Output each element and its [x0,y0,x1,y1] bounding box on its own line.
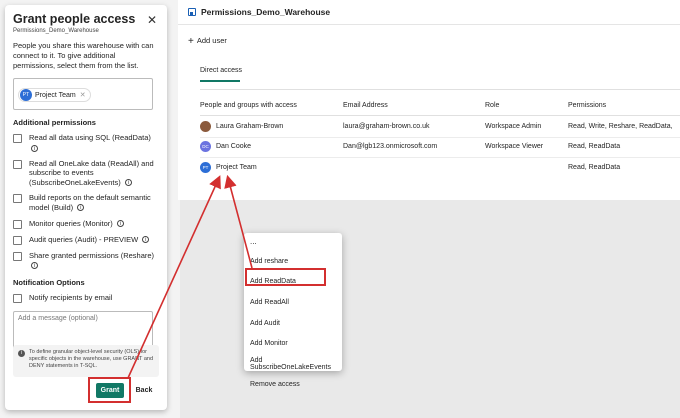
table-row-permissions[interactable]: Read, ReadData [568,164,620,171]
perm-label: Audit queries (Audit) - PREVIEW [29,234,139,244]
note-text: To define granular object-level security… [29,349,154,369]
checkbox[interactable] [13,159,22,169]
perm-audit[interactable]: Audit queries (Audit) - PREVIEW i [13,235,159,245]
checkbox[interactable] [13,219,22,229]
info-icon[interactable]: i [142,236,150,244]
table-row-email: laura@graham-brown.co.uk [343,123,430,130]
permissions-page: Permissions_Demo_Warehouse + Add user Dir… [178,0,680,200]
notify-option[interactable]: Notify recipients by email [13,293,159,303]
tab-direct-access[interactable]: Direct access [200,67,242,74]
perm-label: Monitor queries (Monitor) [29,218,113,228]
plus-icon: + [188,36,194,47]
perm-label: Read all OneLake data (ReadAll) and subs… [29,158,154,187]
table-row-name: Laura Graham-Brown [216,123,284,130]
grant-highlight-box [88,377,131,403]
tab-underline [200,80,240,82]
table-row-name: Dan Cooke [216,143,252,150]
info-icon[interactable]: i [31,261,38,269]
table-row-role: Workspace Admin [485,123,542,130]
more-options-icon[interactable]: ... [244,237,342,251]
readdata-highlight-box [245,268,326,286]
perm-build[interactable]: Build reports on the default semantic mo… [13,193,159,212]
table-row-email: Dan@lgb123.onmicrosoft.com [343,143,438,150]
column-header-role[interactable]: Role [485,102,499,109]
table-row-permissions: Read, ReadData [568,143,621,150]
warehouse-icon [188,8,196,16]
checkbox[interactable] [13,134,22,144]
add-user-button[interactable]: + Add user [188,36,227,47]
notification-heading: Notification Options [13,277,85,287]
add-user-label: Add user [196,36,227,45]
dialog-description: People you share this warehouse with can… [13,41,154,70]
dialog-subtitle: Permissions_Demo_Warehouse [13,28,99,34]
perm-readdata[interactable]: Read all data using SQL (ReadData) i [13,133,159,152]
page-header: Permissions_Demo_Warehouse [178,0,680,25]
people-chip: PT Project Team ✕ [18,88,91,103]
perm-monitor[interactable]: Monitor queries (Monitor) i [13,219,159,229]
grant-access-dialog: Grant people access Permissions_Demo_War… [5,5,167,410]
divider [200,137,680,138]
context-menu: ... Add reshare Add ReadData Add ReadAll… [244,233,342,388]
people-picker[interactable]: PT Project Team ✕ [13,78,153,111]
avatar [200,121,211,132]
remove-chip-icon[interactable]: ✕ [80,91,86,99]
chip-avatar: PT [20,89,32,102]
table-row-permissions: Read, Write, Reshare, ReadData, [568,123,673,130]
column-header-email[interactable]: Email Address [343,102,388,109]
info-icon[interactable]: i [77,204,85,212]
column-header-people[interactable]: People and groups with access [200,102,297,109]
table-row-role: Workspace Viewer [485,143,544,150]
info-icon: i [18,350,25,357]
menu-item-remove-access[interactable]: Remove access [244,375,342,396]
close-icon[interactable]: ✕ [147,13,157,27]
checkbox[interactable] [13,194,22,204]
checkbox[interactable] [13,293,22,303]
perm-label: Read all data using SQL (ReadData) [29,133,151,143]
divider [200,89,680,90]
menu-item-add-subscribe[interactable]: Add SubscribeOneLakeEvents [244,354,342,375]
ols-note: i To define granular object-level securi… [13,345,159,377]
menu-item-add-monitor[interactable]: Add Monitor [244,333,342,354]
chip-label: Project Team [35,91,76,99]
page-title: Permissions_Demo_Warehouse [201,7,331,17]
avatar: PT [200,162,211,173]
info-icon[interactable]: i [116,220,124,228]
notify-label: Notify recipients by email [29,292,113,302]
perm-readall[interactable]: Read all OneLake data (ReadAll) and subs… [13,159,159,188]
dialog-title: Grant people access [13,12,136,26]
back-button[interactable]: Back [133,383,155,398]
table-row-name[interactable]: Project Team [216,164,257,171]
menu-item-add-audit[interactable]: Add Audit [244,313,342,334]
perm-reshare[interactable]: Share granted permissions (Reshare) i [13,251,159,270]
menu-item-add-readall[interactable]: Add ReadAll [244,292,342,313]
additional-permissions-heading: Additional permissions [13,118,96,128]
info-icon[interactable]: i [124,179,132,187]
perm-label: Build reports on the default semantic mo… [29,193,151,212]
info-icon[interactable]: i [31,144,38,152]
checkbox[interactable] [13,251,22,261]
divider [200,115,680,116]
checkbox[interactable] [13,235,22,245]
avatar: DC [200,141,211,152]
column-header-permissions[interactable]: Permissions [568,102,606,109]
divider [200,157,680,158]
perm-label: Share granted permissions (Reshare) [29,250,155,260]
